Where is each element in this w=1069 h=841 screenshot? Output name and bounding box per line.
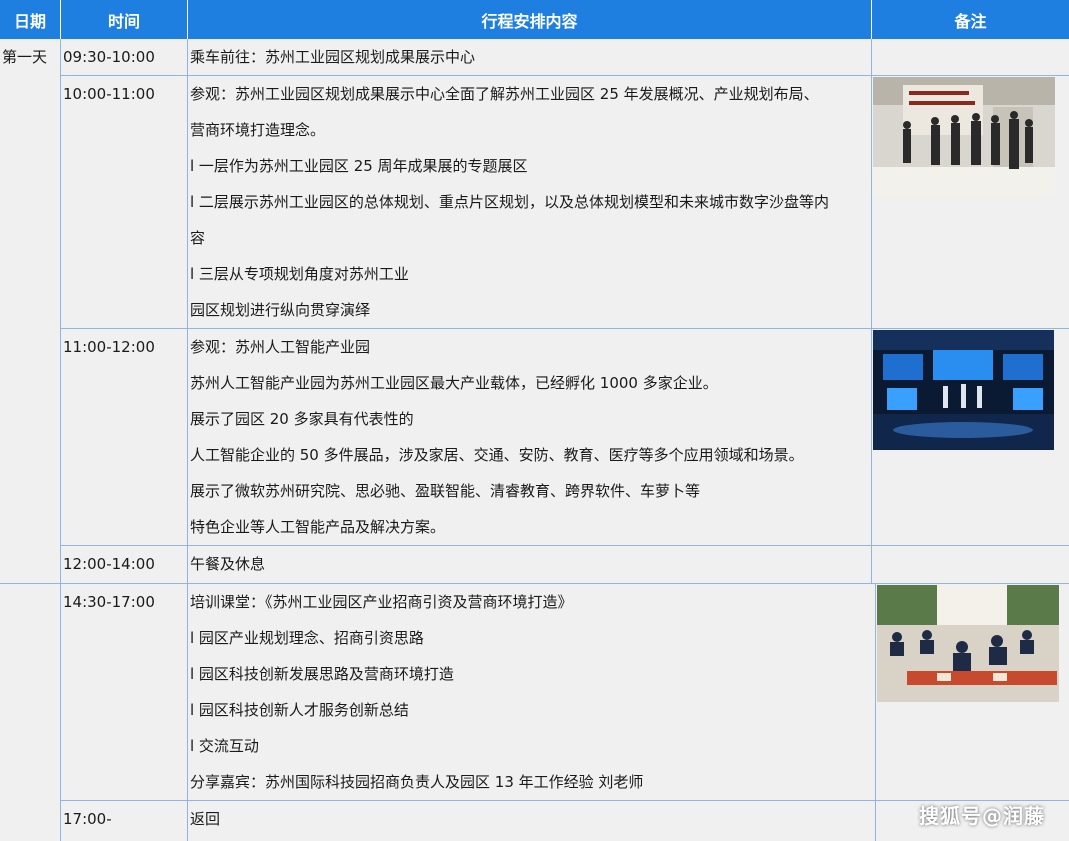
content-line: l 三层从专项规划角度对苏州工业 [190, 265, 409, 283]
content-cell: 返回 [188, 801, 876, 841]
content-line: l 交流互动 [190, 737, 259, 755]
watermark: 搜狐号@润藤 [919, 804, 1045, 828]
content-line: l 园区科技创新发展思路及营商环境打造 [190, 665, 454, 683]
header-time: 时间 [61, 0, 188, 39]
content-line: l 二层展示苏州工业园区的总体规划、重点片区规划，以及总体规划模型和未来城市数字… [190, 193, 829, 211]
remark-cell [872, 39, 1069, 76]
remark-cell [872, 76, 1069, 329]
content-line: 返回 [190, 810, 221, 828]
time-cell: 14:30-17:00 [61, 584, 188, 801]
content-line: 展示了园区 20 多家具有代表性的 [190, 410, 414, 428]
day-divider [0, 583, 1069, 584]
itinerary-table: 日期 时间 行程安排内容 备注 第一天 09:30-10:00 乘车前往：苏州工… [0, 0, 1069, 841]
remark-cell [872, 546, 1069, 584]
classroom-photo [877, 585, 1059, 702]
content-cell: 参观：苏州人工智能产业园 苏州人工智能产业园为苏州工业园区最大产业载体，已经孵化… [188, 329, 872, 546]
time-text: 12:00-14:00 [63, 555, 155, 573]
time-text: 17:00- [63, 810, 112, 828]
content-line: 苏州人工智能产业园为苏州工业园区最大产业载体，已经孵化 1000 多家企业。 [190, 374, 718, 392]
content-cell: 培训课堂：《苏州工业园区产业招商引资及营商环境打造》 l 园区产业规划理念、招商… [188, 584, 876, 801]
content-line: 营商环境打造理念。 [190, 121, 326, 139]
content-cell: 午餐及休息 [188, 546, 872, 584]
content-line: 午餐及休息 [190, 555, 266, 573]
content-cell: 乘车前往：苏州工业园区规划成果展示中心 [188, 39, 872, 76]
time-cell: 09:30-10:00 [61, 39, 188, 76]
content-line: 容 [190, 229, 206, 247]
time-text: 14:30-17:00 [63, 593, 155, 611]
content-line: 特色企业等人工智能产品及解决方案。 [190, 518, 446, 536]
content-line: 参观：苏州工业园区规划成果展示中心全面了解苏州工业园区 25 年发展概况、产业规… [190, 85, 819, 103]
time-cell: 10:00-11:00 [61, 76, 188, 329]
content-line: l 园区产业规划理念、招商引资思路 [190, 629, 424, 647]
time-cell: 17:00- [61, 801, 188, 841]
content-cell: 参观：苏州工业园区规划成果展示中心全面了解苏州工业园区 25 年发展概况、产业规… [188, 76, 872, 329]
time-text: 11:00-12:00 [63, 338, 155, 356]
content-line: l 一层作为苏州工业园区 25 周年成果展的专题展区 [190, 157, 528, 175]
header-content: 行程安排内容 [188, 0, 872, 39]
date-cell-day2 [0, 584, 61, 841]
header-date: 日期 [0, 0, 61, 39]
content-line: 园区规划进行纵向贯穿演绎 [190, 301, 371, 319]
content-line: 培训课堂：《苏州工业园区产业招商引资及营商环境打造》 [190, 593, 573, 611]
time-text: 10:00-11:00 [63, 85, 155, 103]
content-line: l 园区科技创新人才服务创新总结 [190, 701, 409, 719]
content-line: 人工智能企业的 50 多件展品，涉及家居、交通、安防、教育、医疗等多个应用领域和… [190, 446, 804, 464]
content-line: 乘车前往：苏州工业园区规划成果展示中心 [190, 48, 476, 66]
header-remark: 备注 [872, 0, 1069, 39]
date-cell-day1: 第一天 [0, 39, 61, 584]
content-line: 参观：苏州人工智能产业园 [190, 338, 371, 356]
exhibition-hall-photo [873, 77, 1055, 197]
remark-cell [876, 584, 1069, 801]
time-cell: 12:00-14:00 [61, 546, 188, 584]
ai-park-photo [873, 330, 1054, 450]
time-cell: 11:00-12:00 [61, 329, 188, 546]
content-line: 分享嘉宾：苏州国际科技园招商负责人及园区 13 年工作经验 刘老师 [190, 773, 644, 791]
time-text: 09:30-10:00 [63, 48, 155, 66]
content-line: 展示了微软苏州研究院、思必驰、盈联智能、清睿教育、跨界软件、车萝卜等 [190, 482, 701, 500]
remark-cell [872, 329, 1069, 546]
day-label: 第一天 [2, 48, 48, 66]
day-label [0, 584, 60, 620]
